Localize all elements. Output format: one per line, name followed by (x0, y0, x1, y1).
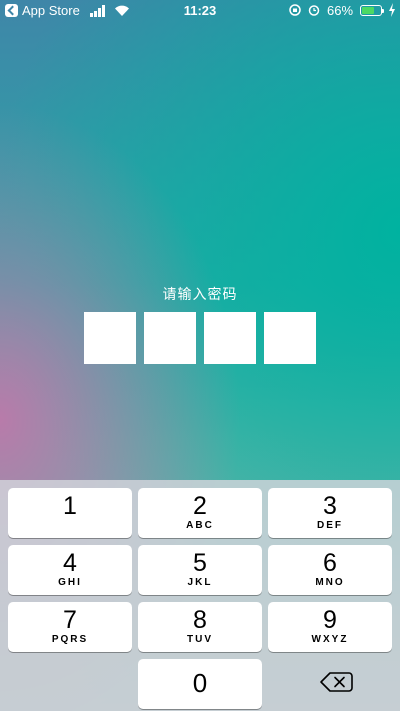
alarm-icon (308, 5, 320, 16)
key-8[interactable]: 8 TUV (138, 602, 262, 652)
key-6[interactable]: 6 MNO (268, 545, 392, 595)
key-letters: TUV (187, 634, 213, 645)
key-number: 9 (323, 606, 337, 634)
key-number: 5 (193, 549, 207, 577)
key-number: 3 (323, 492, 337, 520)
key-letters: DEF (317, 520, 343, 531)
passcode-digit-box (204, 312, 256, 364)
passcode-digit-box (84, 312, 136, 364)
key-number: 7 (63, 606, 77, 634)
key-letters: MNO (315, 577, 345, 588)
charging-bolt-icon (389, 3, 395, 17)
key-2[interactable]: 2 ABC (138, 488, 262, 538)
key-letters: JKL (187, 577, 213, 588)
passcode-prompt: 请输入密码 (162, 286, 238, 302)
key-number: 1 (63, 492, 77, 520)
key-number: 2 (193, 492, 207, 520)
key-letters: GHI (58, 577, 82, 588)
key-number: 8 (193, 606, 207, 634)
key-letters: WXYZ (311, 634, 349, 645)
backspace-icon[interactable] (316, 662, 356, 702)
status-bar: App Store 11:23 66% (0, 0, 400, 22)
key-4[interactable]: 4 GHI (8, 545, 132, 595)
battery-percentage: 66% (327, 3, 354, 18)
battery-icon (360, 5, 384, 16)
key-number: 6 (323, 549, 337, 577)
rotation-lock-icon (289, 4, 301, 16)
key-7[interactable]: 7 PQRS (8, 602, 132, 652)
key-1[interactable]: 1 (8, 488, 132, 538)
passcode-digit-box (144, 312, 196, 364)
key-number: 4 (63, 549, 77, 577)
battery-level-fill (362, 7, 374, 14)
key-number: 0 (192, 668, 208, 698)
passcode-boxes (84, 312, 318, 364)
key-letters: PQRS (51, 634, 89, 645)
key-3[interactable]: 3 DEF (268, 488, 392, 538)
key-9[interactable]: 9 WXYZ (268, 602, 392, 652)
key-5[interactable]: 5 JKL (138, 545, 262, 595)
key-0[interactable]: 0 (138, 659, 262, 709)
key-letters: ABC (186, 520, 214, 531)
passcode-digit-box (264, 312, 316, 364)
